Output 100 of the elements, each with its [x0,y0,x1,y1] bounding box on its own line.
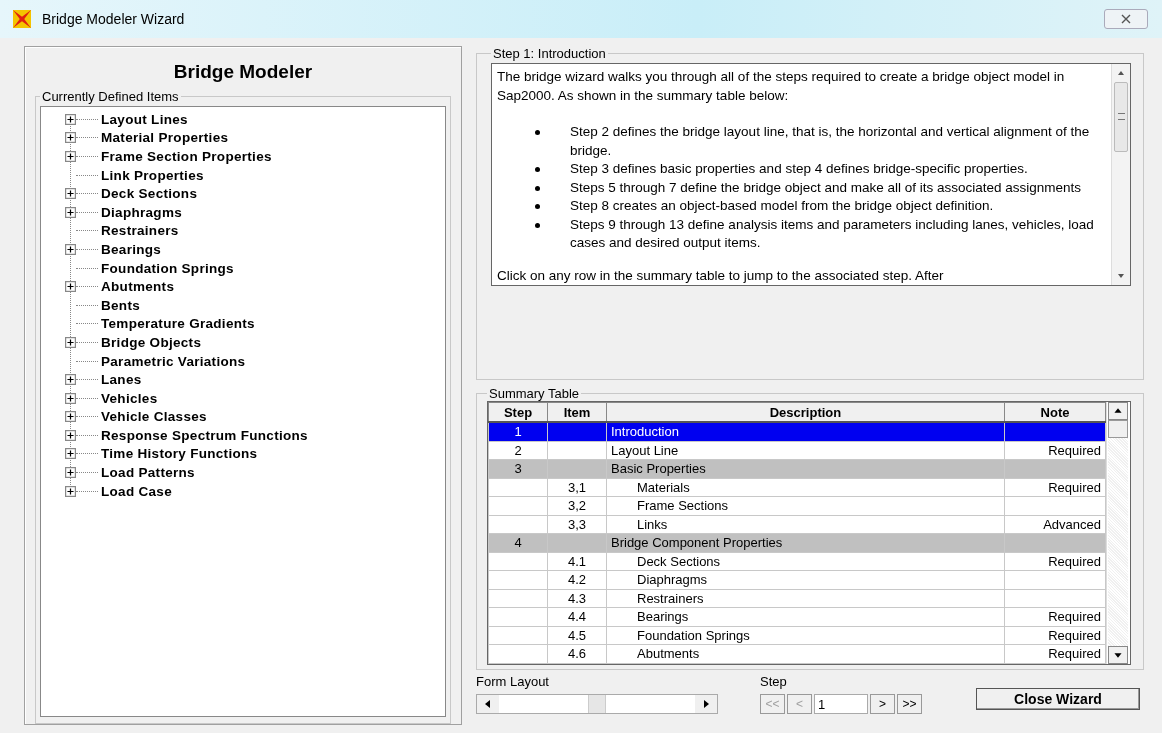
expand-icon[interactable] [65,151,76,162]
app-icon [12,10,32,28]
expand-icon[interactable] [65,448,76,460]
expand-icon[interactable] [65,243,76,255]
table-cell: Required [1048,609,1101,625]
scroll-thumb[interactable] [588,695,606,713]
column-header[interactable]: Note [1004,402,1106,422]
tree-item[interactable]: Time History Functions [101,446,258,462]
expand-icon[interactable] [65,188,76,200]
expand-icon[interactable] [65,336,76,348]
expand-icon[interactable] [65,429,76,441]
scroll-thumb[interactable] [1108,420,1128,438]
tree-item[interactable]: Diaphragms [101,204,183,220]
tree-item[interactable]: Bearings [101,241,162,257]
table-cell: 2 [514,442,522,458]
table-cell: 3,3 [567,516,587,532]
scrollbar[interactable] [1111,64,1130,285]
tree-item[interactable]: Bridge Objects [101,334,202,350]
table-cell-text: Deck Sections [636,553,721,569]
tree-item[interactable]: Frame Section Properties [101,149,272,164]
table-cell: Required [1048,442,1101,458]
table-cell: 4.5 [567,627,587,643]
table-cell-text: Restrainers [636,590,704,606]
tree-item[interactable]: Temperature Gradients [101,316,255,332]
next-step-button[interactable]: > [870,694,895,714]
bullet-text: Step 2 defines the bridge layout line, that is, the horizontal and vertical alignment of the bridge. [570,123,1091,160]
tree-item[interactable]: Foundation Springs [101,260,234,276]
table-cell: Layout Line [611,442,679,458]
tree-item[interactable]: Abutments [101,279,175,295]
expand-icon[interactable] [65,411,76,423]
group-label: Currently Defined Items [41,89,180,104]
table-cell: 3 [514,461,522,477]
table-cell: 4 [514,535,522,551]
window-title: Bridge Modeler Wizard [42,11,185,27]
table-cell: 1 [514,424,522,440]
table-cell: Required [1048,627,1101,643]
table-cell: 4.4 [567,609,587,625]
close-icon [1121,14,1131,24]
table-cell: Bridge Component Properties [611,535,783,551]
step-field[interactable]: 1 [814,694,868,714]
table-cell-text: Diaphragms [636,572,708,588]
table-cell: Introduction [611,424,679,440]
table-cell-text: Links [636,516,668,532]
last-step-button[interactable]: >> [897,694,922,714]
table-cell: 4.2 [567,572,587,588]
expand-icon[interactable] [65,281,76,293]
tree-item[interactable]: Deck Sections [101,186,198,202]
horizontal-scrollbar[interactable] [476,694,718,714]
intro-paragraph: The bridge wizard walks you through all of the steps required to create a bridge object model in Sap2000. As shown in the summary table below: [497,68,1066,105]
group-label: Step 1: Introduction [492,46,607,61]
scrollbar[interactable] [1106,402,1129,664]
bullet-icon [535,167,540,172]
group-label: Summary Table [488,386,581,401]
bullet-icon [535,185,540,191]
expand-icon[interactable] [65,485,76,497]
column-header[interactable]: Step [488,402,548,422]
table-cell-text: Frame Sections [636,498,729,514]
table-cell-text: Materials [636,479,690,495]
step-label: Step [760,674,788,690]
table-cell: 4.6 [567,646,587,662]
table-cell-text: Abutments [636,646,700,662]
bullet-text: Step 8 creates an object-based model from the bridge object definition. [570,197,995,215]
expand-icon[interactable] [65,113,76,125]
scroll-thumb[interactable] [1114,82,1128,152]
paragraph: Click on any row in the summary table to jump to the associated step. After [497,266,945,285]
table-cell-text: Foundation Springs [636,627,750,643]
table-cell-text: Bearings [636,609,689,625]
column-header[interactable]: Description [606,402,1005,422]
expand-icon[interactable] [65,392,76,404]
table-cell: Basic Properties [611,461,706,477]
bullet-text: Step 3 defines basic properties and step 4 defines bridge-specific properties. [570,160,1029,178]
expand-icon[interactable] [65,206,76,218]
panel-heading: Bridge Modeler [172,61,314,83]
tree-item[interactable]: Vehicles [101,390,158,406]
table-cell: Advanced [1043,516,1101,532]
bullet-icon [535,222,540,228]
tree-item[interactable]: Response Spectrum Functions [101,427,308,443]
tree-item[interactable]: Link Properties [101,167,204,183]
tree-item[interactable]: Parametric Variations [101,353,246,369]
table-cell: 4.3 [567,590,587,606]
tree-item[interactable]: Layout Lines [101,111,188,127]
tree-item[interactable]: Bents [101,297,140,313]
tree-item[interactable]: Load Case [101,483,172,499]
bullet-text: Steps 9 through 13 define analysis items and parameters including lanes, vehicles, load cases and desired output items. [570,215,1095,252]
table-cell: Required [1048,553,1101,569]
bullet-text: Steps 5 through 7 define the bridge object and make all of its associated assignments [570,178,1083,197]
table-cell: 3,1 [567,479,587,495]
tree-item[interactable]: Material Properties [101,130,229,146]
close-wizard-button[interactable]: Close Wizard [976,688,1140,710]
tree-item[interactable]: Vehicle Classes [101,409,207,425]
expand-icon[interactable] [65,467,76,479]
column-header[interactable]: Item [547,402,607,422]
table-cell: 3,2 [567,498,587,514]
tree-item[interactable]: Load Patterns [101,465,195,481]
table-cell: Required [1048,646,1101,662]
expand-icon[interactable] [65,132,76,144]
tree-item[interactable]: Lanes [101,372,142,388]
tree-item[interactable]: Restrainers [101,223,179,239]
form-layout-label: Form Layout [476,674,550,690]
expand-icon[interactable] [65,374,76,386]
